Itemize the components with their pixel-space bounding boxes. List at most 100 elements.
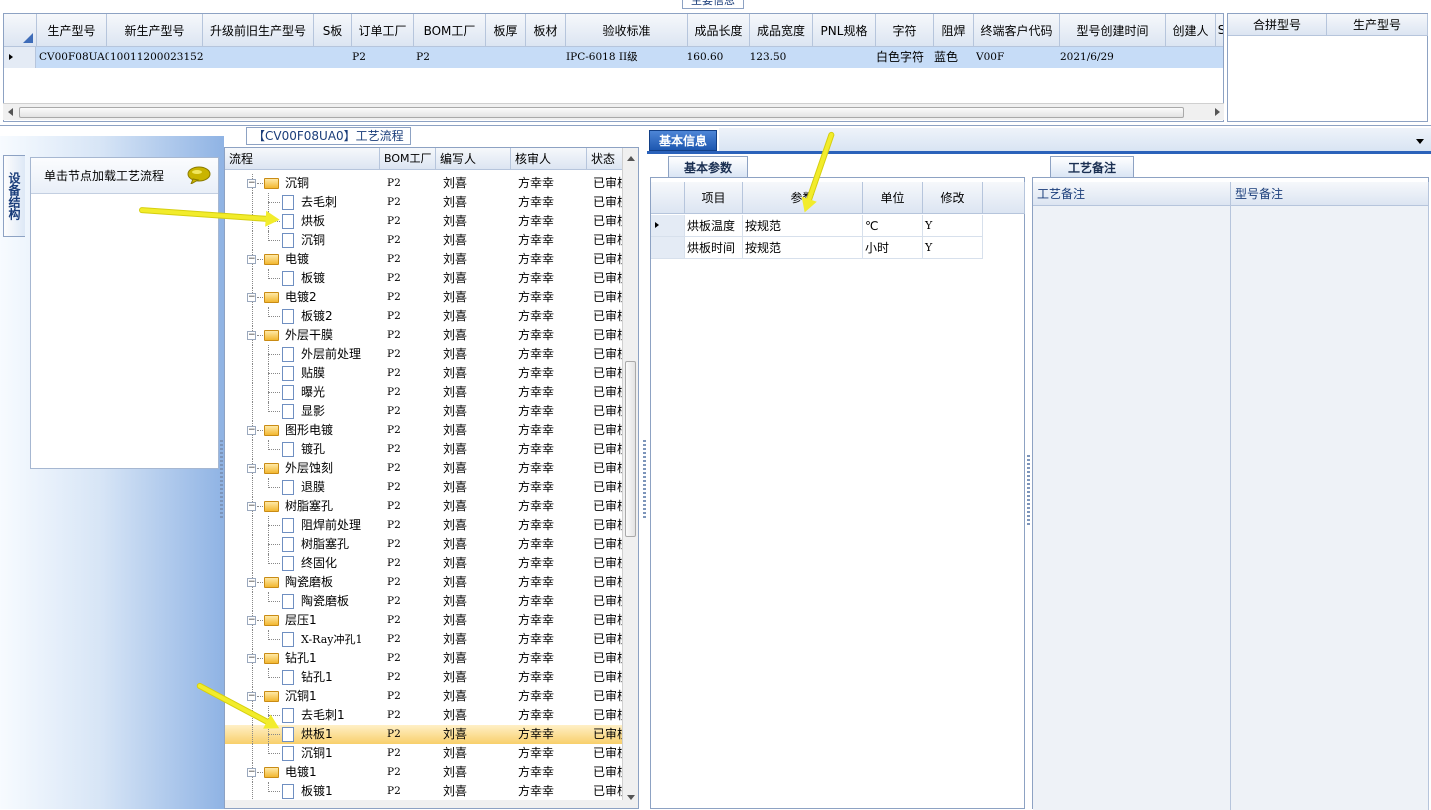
- collapse-toggle-icon[interactable]: −: [247, 616, 256, 625]
- collapse-toggle-icon[interactable]: −: [247, 179, 256, 188]
- param-item-cell[interactable]: 烘板时间: [685, 237, 743, 259]
- tree-row[interactable]: − 外层干膜 P2 刘喜 方幸幸 已审核: [225, 326, 623, 345]
- scroll-thumb[interactable]: [625, 361, 636, 537]
- table-cell[interactable]: [1169, 47, 1219, 68]
- collapse-toggle-icon[interactable]: −: [247, 654, 256, 663]
- tree-row[interactable]: X-Ray冲孔1 P2 刘喜 方幸幸 已审核: [225, 630, 623, 649]
- row-pointer-icon[interactable]: [651, 215, 685, 237]
- tree-row[interactable]: − 层压1 P2 刘喜 方幸幸 已审核: [225, 611, 623, 630]
- tree-row[interactable]: 阻焊前处理 P2 刘喜 方幸幸 已审核: [225, 516, 623, 535]
- tree-horizontal-scrollbar[interactable]: [225, 800, 623, 808]
- scroll-down-icon[interactable]: [627, 795, 635, 800]
- device-structure-tab[interactable]: 设备结构: [3, 155, 25, 237]
- tree-row[interactable]: 去毛刺 P2 刘喜 方幸幸 已审核: [225, 193, 623, 212]
- column-header-flow[interactable]: 流程: [225, 148, 380, 170]
- vertical-splitter-left[interactable]: [220, 440, 223, 520]
- tree-row[interactable]: 终固化 P2 刘喜 方幸幸 已审核: [225, 554, 623, 573]
- column-header[interactable]: 成品宽度: [750, 14, 813, 47]
- tree-row[interactable]: − 外层蚀刻 P2 刘喜 方幸幸 已审核: [225, 459, 623, 478]
- collapse-toggle-icon[interactable]: −: [247, 293, 256, 302]
- column-header[interactable]: 新生产型号: [107, 14, 203, 47]
- column-header-production-model[interactable]: 生产型号: [1327, 14, 1428, 36]
- table-cell[interactable]: IPC-6018 II级: [566, 47, 648, 68]
- table-cell[interactable]: 蓝色: [934, 47, 974, 68]
- column-header-merged-model[interactable]: 合拼型号: [1228, 14, 1327, 36]
- table-row[interactable]: CV00F08UA0 10011200023152 P2 P2 IPC-6018 II级…: [4, 47, 1223, 68]
- param-row[interactable]: 烘板时间 按规范 小时 Y: [651, 237, 1025, 259]
- scroll-thumb[interactable]: [19, 107, 1184, 118]
- scroll-right-icon[interactable]: [1215, 108, 1220, 116]
- column-header[interactable]: 订单工厂: [352, 14, 414, 47]
- tree-row[interactable]: 显影 P2 刘喜 方幸幸 已审核: [225, 402, 623, 421]
- table-cell[interactable]: V00F: [976, 47, 1062, 68]
- grid-corner[interactable]: [4, 14, 37, 47]
- column-header[interactable]: 阻焊: [934, 14, 974, 47]
- grid-corner[interactable]: [651, 182, 685, 214]
- tree-row[interactable]: − 树脂塞孔 P2 刘喜 方幸幸 已审核: [225, 497, 623, 516]
- tree-row[interactable]: − 电镀2 P2 刘喜 方幸幸 已审核: [225, 288, 623, 307]
- tree-row-selected[interactable]: 烘板1 P2 刘喜 方幸幸 已审核: [225, 725, 623, 744]
- column-header[interactable]: 成品长度: [688, 14, 750, 47]
- device-structure-tree[interactable]: 单击节点加载工艺流程: [30, 157, 219, 469]
- table-cell[interactable]: CV00F08UA0: [39, 47, 109, 68]
- tree-row[interactable]: − 电镀1 P2 刘喜 方幸幸 已审核: [225, 763, 623, 782]
- tree-row[interactable]: − 图形电镀 P2 刘喜 方幸幸 已审核: [225, 421, 623, 440]
- tree-row[interactable]: 去毛刺1 P2 刘喜 方幸幸 已审核: [225, 706, 623, 725]
- column-header-unit[interactable]: 单位: [863, 182, 923, 214]
- tree-row[interactable]: − 陶瓷磨板 P2 刘喜 方幸幸 已审核: [225, 573, 623, 592]
- tree-row[interactable]: 板镀1 P2 刘喜 方幸幸 已审核: [225, 782, 623, 801]
- scroll-up-icon[interactable]: [627, 156, 635, 161]
- column-header-bom-factory[interactable]: BOM工厂: [380, 148, 436, 170]
- column-header[interactable]: S板: [314, 14, 352, 47]
- column-header[interactable]: PNL规格: [813, 14, 876, 47]
- table-cell[interactable]: 160.60: [682, 47, 728, 68]
- column-header[interactable]: 板材: [526, 14, 566, 47]
- collapse-toggle-icon[interactable]: −: [247, 768, 256, 777]
- table-cell[interactable]: P2: [351, 47, 367, 68]
- column-header[interactable]: 验收标准: [566, 14, 688, 47]
- param-unit-cell[interactable]: 小时: [863, 237, 923, 259]
- collapse-toggle-icon[interactable]: −: [247, 502, 256, 511]
- param-item-cell[interactable]: 烘板温度: [685, 215, 743, 237]
- table-cell[interactable]: 10011200023152: [110, 47, 206, 68]
- vertical-splitter-right[interactable]: [1027, 455, 1030, 525]
- table-cell[interactable]: [816, 47, 879, 68]
- scroll-left-icon[interactable]: [8, 108, 13, 116]
- process-note-text[interactable]: [1033, 206, 1231, 810]
- table-cell[interactable]: [317, 47, 355, 68]
- column-header[interactable]: 升级前旧生产型号: [203, 14, 314, 47]
- column-header-filler[interactable]: [983, 182, 1025, 214]
- table-cell[interactable]: 123.50: [747, 47, 789, 68]
- tree-row[interactable]: − 钻孔1 P2 刘喜 方幸幸 已审核: [225, 649, 623, 668]
- column-header[interactable]: S: [1216, 14, 1223, 47]
- collapse-toggle-icon[interactable]: −: [247, 578, 256, 587]
- table-cell[interactable]: [529, 47, 569, 68]
- tree-row[interactable]: 板镀2 P2 刘喜 方幸幸 已审核: [225, 307, 623, 326]
- table-cell[interactable]: [489, 47, 529, 68]
- tree-row[interactable]: 退膜 P2 刘喜 方幸幸 已审核: [225, 478, 623, 497]
- column-header[interactable]: BOM工厂: [414, 14, 486, 47]
- tree-row[interactable]: 陶瓷磨板 P2 刘喜 方幸幸 已审核: [225, 592, 623, 611]
- column-header-status[interactable]: 状态: [587, 148, 623, 170]
- vertical-splitter-middle[interactable]: [643, 440, 646, 520]
- column-header-model-note[interactable]: 型号备注: [1231, 182, 1429, 206]
- param-row[interactable]: 烘板温度 按规范 ℃ Y: [651, 215, 1025, 237]
- tree-row[interactable]: 烘板 P2 刘喜 方幸幸 已审核: [225, 212, 623, 231]
- tab-process-notes[interactable]: 工艺备注: [1050, 156, 1134, 178]
- chevron-down-icon[interactable]: [1416, 139, 1424, 144]
- tree-row[interactable]: 钻孔1 P2 刘喜 方幸幸 已审核: [225, 668, 623, 687]
- tree-row[interactable]: 沉铜1 P2 刘喜 方幸幸 已审核: [225, 744, 623, 763]
- tab-basic-info[interactable]: 基本信息: [649, 130, 717, 151]
- process-notes-panel[interactable]: 工艺备注 型号备注: [1032, 177, 1429, 810]
- param-edit-cell[interactable]: Y: [923, 237, 983, 259]
- tree-row[interactable]: − 沉铜1 P2 刘喜 方幸幸 已审核: [225, 687, 623, 706]
- collapse-toggle-icon[interactable]: −: [247, 331, 256, 340]
- column-header-process-note[interactable]: 工艺备注: [1033, 182, 1231, 206]
- tree-row[interactable]: 沉铜 P2 刘喜 方幸幸 已审核: [225, 231, 623, 250]
- tree-row[interactable]: 曝光 P2 刘喜 方幸幸 已审核: [225, 383, 623, 402]
- process-flow-tree-grid[interactable]: 流程BOM工厂编写人核审人状态 −沉铜P2刘喜方幸幸已审核去毛刺P2刘喜方幸幸已…: [224, 147, 639, 809]
- column-header[interactable]: 生产型号: [37, 14, 107, 47]
- table-cell[interactable]: P2: [415, 47, 431, 68]
- tree-row[interactable]: 板镀 P2 刘喜 方幸幸 已审核: [225, 269, 623, 288]
- tab-basic-params[interactable]: 基本参数: [668, 156, 748, 178]
